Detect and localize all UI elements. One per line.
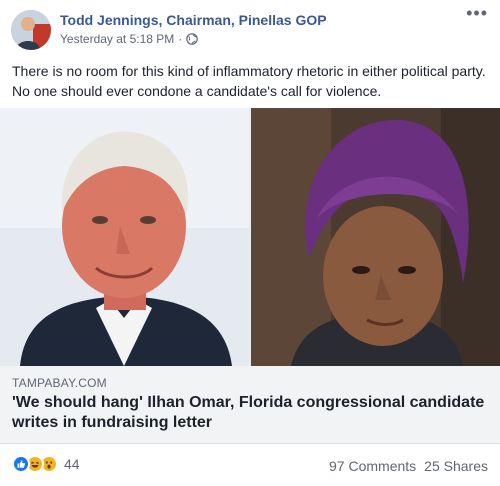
- post-meta: Yesterday at 5:18 PM ·: [60, 32, 199, 46]
- comment-share-counts: 97 Comments 25 Shares: [329, 458, 488, 474]
- avatar[interactable]: [11, 10, 51, 50]
- like-icon: [12, 455, 30, 473]
- reactions-summary[interactable]: 44: [12, 455, 80, 473]
- link-preview[interactable]: TAMPABAY.COM 'We should hang' Ilhan Omar…: [0, 366, 500, 444]
- photo-left: [0, 108, 249, 366]
- globe-icon: [186, 33, 199, 45]
- shares-count[interactable]: 25 Shares: [424, 458, 488, 474]
- reaction-count: 44: [64, 456, 80, 472]
- comments-count[interactable]: 97 Comments: [329, 458, 416, 474]
- engagement-bar: 44 97 Comments 25 Shares: [0, 444, 500, 486]
- author-name[interactable]: Todd Jennings, Chairman, Pinellas GOP: [60, 12, 327, 28]
- post-header: Todd Jennings, Chairman, Pinellas GOP Ye…: [0, 0, 500, 56]
- post-text: There is no room for this kind of inflam…: [12, 63, 486, 99]
- more-options-icon[interactable]: •••: [466, 4, 488, 22]
- meta-separator: ·: [178, 32, 183, 46]
- timestamp[interactable]: Yesterday at 5:18 PM: [60, 32, 174, 46]
- link-preview-image[interactable]: [0, 108, 500, 366]
- photo-right: [251, 108, 500, 366]
- link-title[interactable]: 'We should hang' Ilhan Omar, Florida con…: [12, 393, 488, 433]
- link-domain: TAMPABAY.COM: [12, 376, 107, 390]
